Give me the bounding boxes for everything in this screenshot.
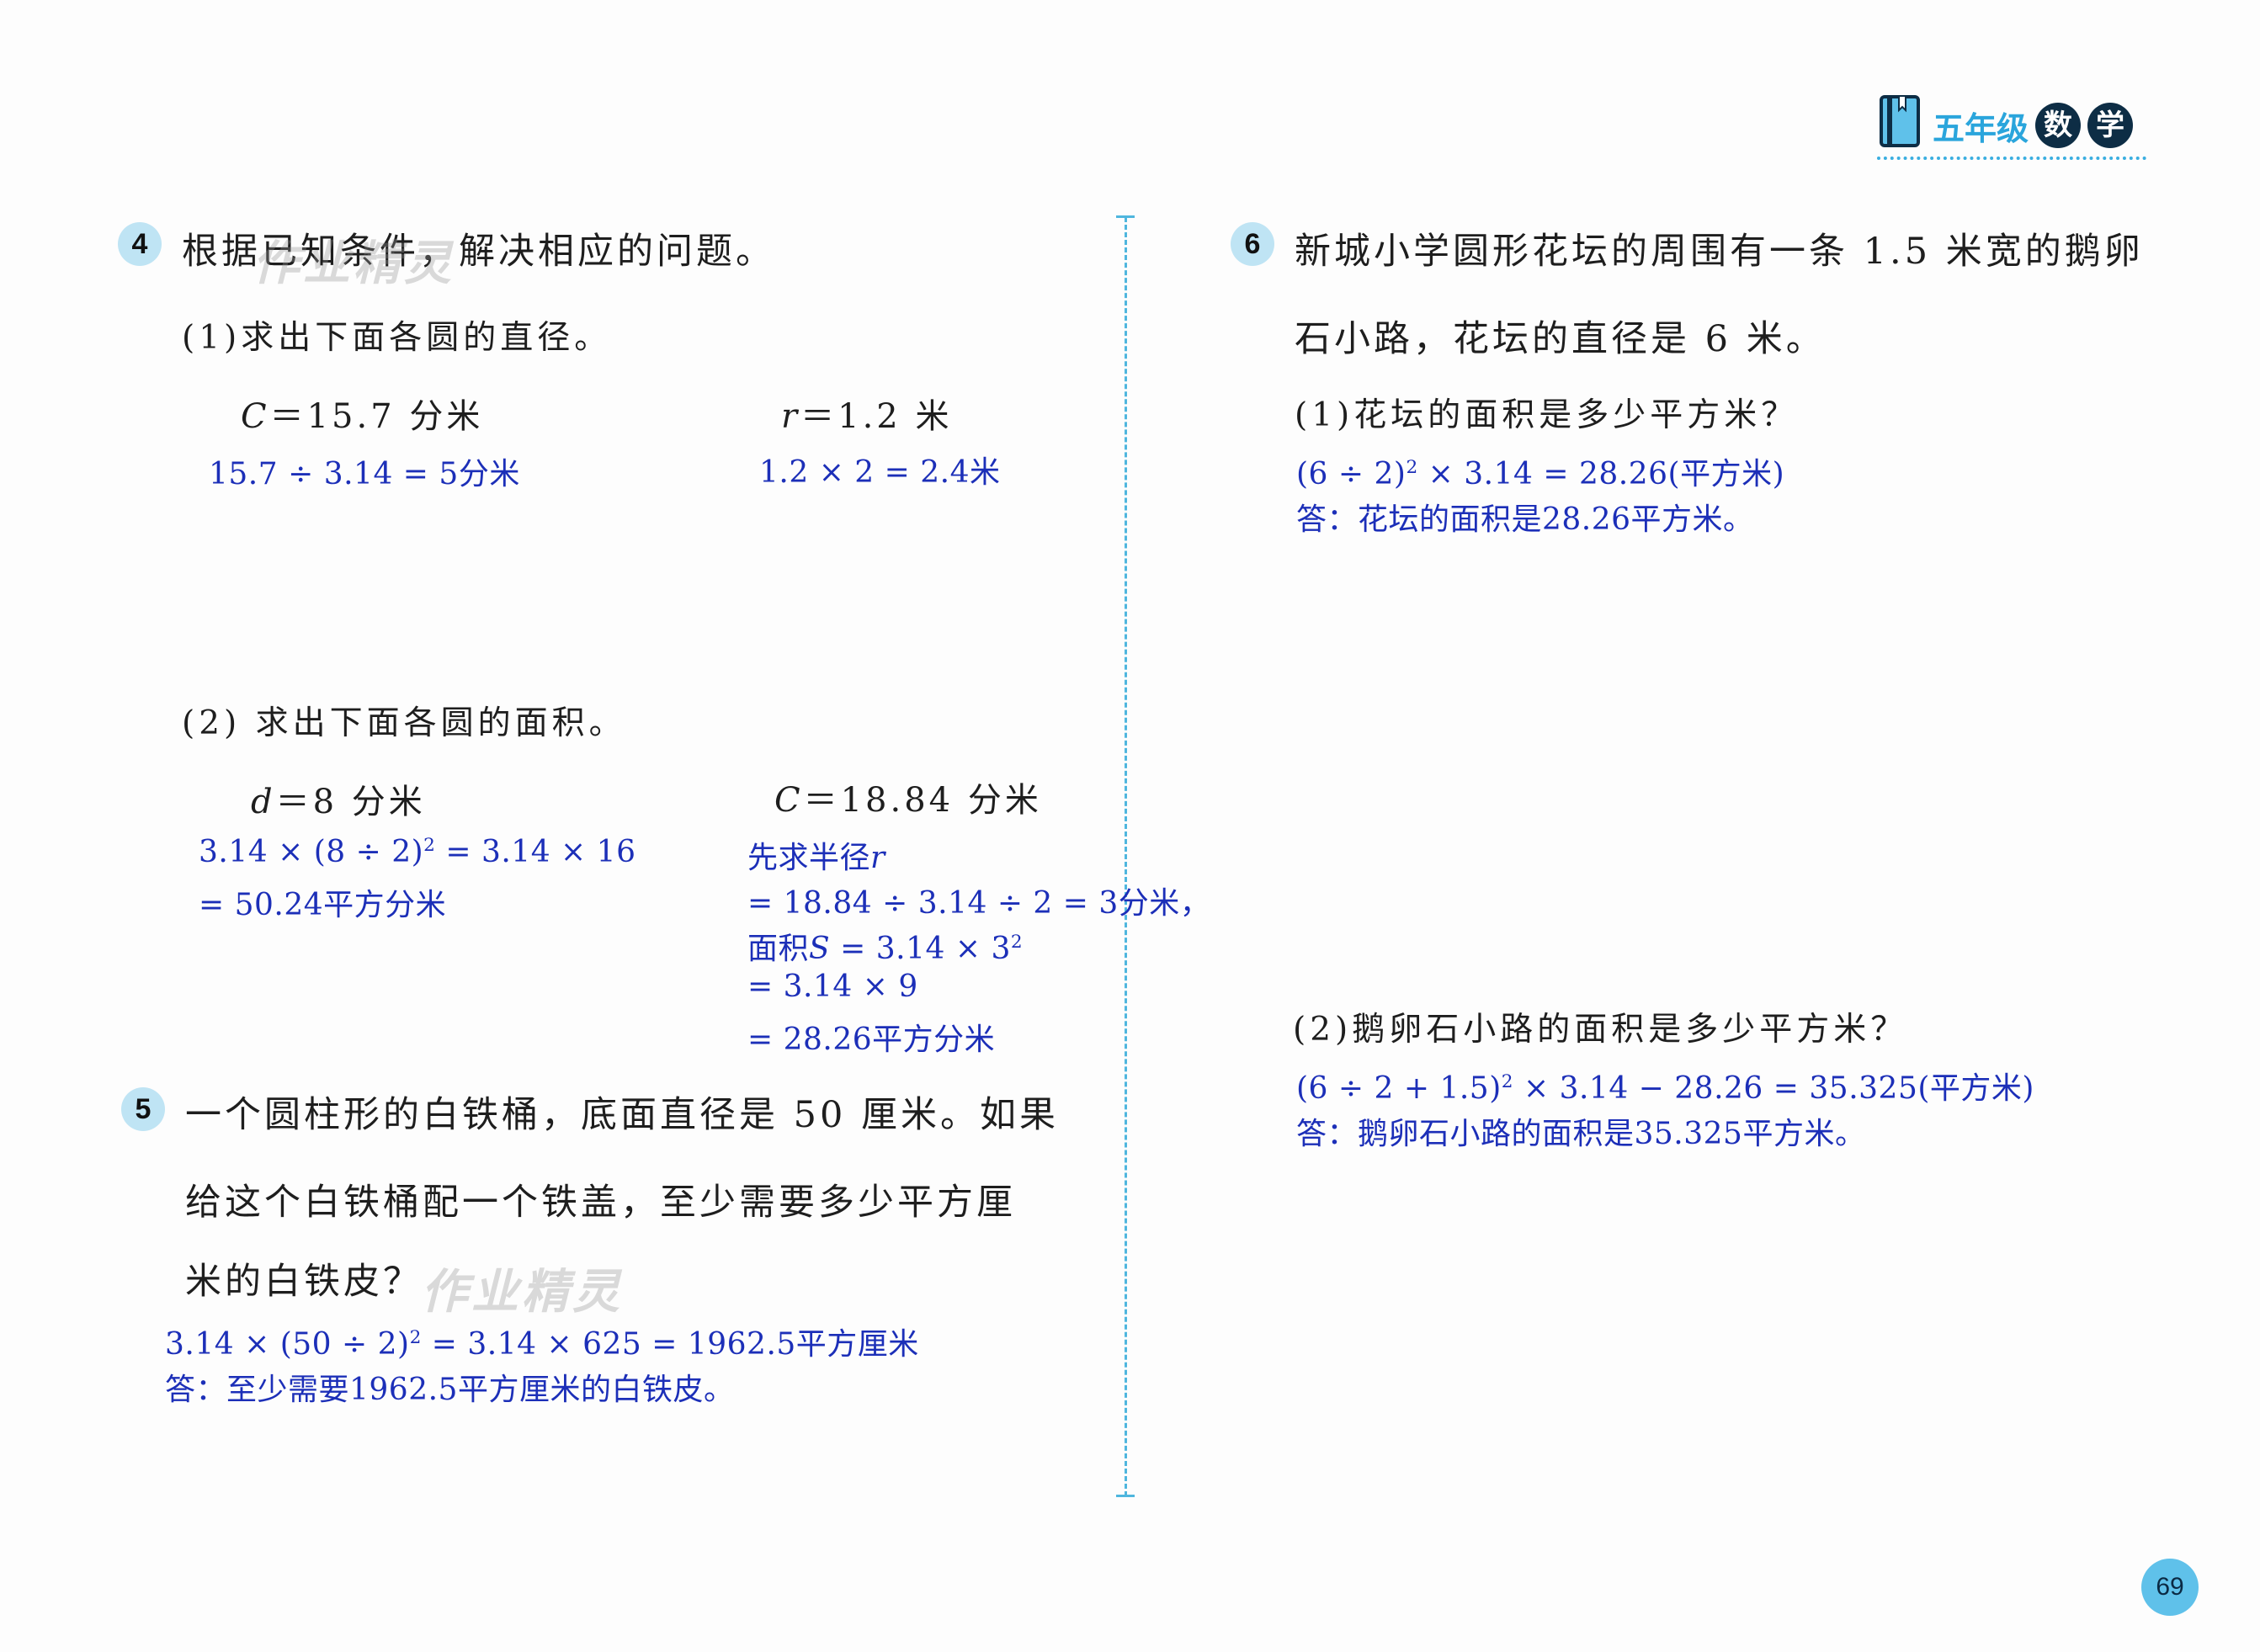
answer-line: 答：至少需要1962.5平方厘米的白铁皮。 [165, 1373, 735, 1407]
part-label: (1)花坛的面积是多少平方米？ [1295, 396, 1799, 434]
watermark: 作业精灵 [253, 236, 455, 291]
question-prompt: 石小路，花坛的直径是 6 米。 [1295, 318, 1826, 360]
question-prompt: 给这个白铁桶配一个铁盖，至少需要多少平方厘 [185, 1182, 1016, 1224]
given-value: C＝18.84 分米 [774, 773, 1042, 821]
answer-line: 先求半径r [747, 833, 885, 877]
answer-variable: r [870, 841, 885, 875]
answer-line: (6 ÷ 2)2 × 3.14 = 28.26(平方米) [1296, 449, 1784, 493]
given-variable: C [241, 397, 270, 436]
part-label: (2)鹅卵石小路的面积是多少平方米？ [1293, 1011, 1908, 1049]
header-subject-char-1: 数 [2035, 103, 2081, 148]
answer-text: (6 ÷ 2 + 1.5) [1296, 1071, 1502, 1106]
question-prompt: 一个圆柱形的白铁桶，底面直径是 50 厘米。如果 [185, 1094, 1060, 1136]
answer-line: = 18.84 ÷ 3.14 ÷ 2 = 3分米， [747, 886, 1211, 921]
answer-line: = 3.14 × 9 [747, 969, 918, 1004]
answer-text: 3.14 × (50 ÷ 2) [165, 1327, 410, 1362]
divider-cap-bottom [1116, 1495, 1135, 1497]
given-variable: d [251, 783, 276, 821]
answer-text: × 3.14 − 28.26 = 35.325(平方米) [1513, 1071, 2034, 1106]
answer-line: 3.14 × (8 ÷ 2)2 = 3.14 × 16 [199, 835, 635, 869]
given-variable: r [781, 397, 801, 436]
question-number-badge: 6 [1231, 222, 1274, 266]
given-rest: ＝15.7 分米 [269, 397, 484, 436]
given-variable: C [774, 781, 804, 820]
column-divider [1125, 217, 1127, 1496]
given-value: r＝1.2 米 [781, 389, 952, 438]
answer-text: × 3.14 = 28.26(平方米) [1417, 457, 1785, 491]
answer-text: = 3.14 × 625 = 1962.5平方厘米 [421, 1327, 919, 1362]
book-icon [1880, 95, 1920, 147]
exponent: 2 [423, 835, 436, 856]
answer-text: 3.14 × (8 ÷ 2) [199, 835, 424, 869]
header-grade: 五年级 [1933, 110, 2029, 147]
question-number-badge: 4 [118, 222, 162, 266]
header-underline [1877, 157, 2146, 160]
answer-text: 先求半径 [747, 841, 871, 875]
answer-line: 答：花坛的面积是28.26平方米。 [1296, 502, 1754, 537]
answer-line: 面积S = 3.14 × 32 [747, 924, 1023, 968]
question-number-badge: 5 [121, 1087, 165, 1131]
exponent: 2 [1501, 1071, 1514, 1092]
answer-line: 3.14 × (50 ÷ 2)2 = 3.14 × 625 = 1962.5平方… [165, 1320, 919, 1363]
given-rest: ＝18.84 分米 [803, 781, 1042, 820]
answer-line: = 50.24平方分米 [199, 888, 447, 922]
answer-line: 答：鹅卵石小路的面积是35.325平方米。 [1296, 1117, 1866, 1151]
answer-text: 面积 [747, 932, 810, 966]
exponent: 2 [1010, 932, 1024, 953]
watermark: 作业精灵 [421, 1265, 623, 1320]
answer-line: (6 ÷ 2 + 1.5)2 × 3.14 − 28.26 = 35.325(平… [1296, 1064, 2034, 1108]
exponent: 2 [409, 1327, 422, 1348]
given-rest: ＝1.2 米 [800, 397, 953, 436]
given-value: C＝15.7 分米 [241, 389, 483, 438]
answer-text: = 3.14 × 16 [435, 835, 636, 869]
answer-line: = 28.26平方分米 [747, 1023, 996, 1057]
given-value: d＝8 分米 [251, 774, 426, 823]
answer-line: 15.7 ÷ 3.14 = 5分米 [209, 457, 520, 491]
part-label: (2) 求出下面各圆的面积。 [182, 704, 626, 742]
header-subject-char-2: 学 [2087, 103, 2133, 148]
answer-text: = 3.14 × 3 [830, 932, 1011, 966]
given-rest: ＝8 分米 [275, 783, 426, 821]
question-prompt: 米的白铁皮？ [185, 1261, 423, 1303]
answer-line: 1.2 × 2 = 2.4米 [759, 455, 1001, 490]
exponent: 2 [1406, 457, 1418, 478]
page-number: 69 [2141, 1559, 2199, 1616]
question-prompt: 新城小学圆形花坛的周围有一条 1.5 米宽的鹅卵 [1295, 231, 2144, 273]
answer-variable: S [809, 932, 831, 966]
answer-text: (6 ÷ 2) [1296, 457, 1407, 491]
part-label: (1)求出下面各圆的直径。 [182, 319, 612, 357]
